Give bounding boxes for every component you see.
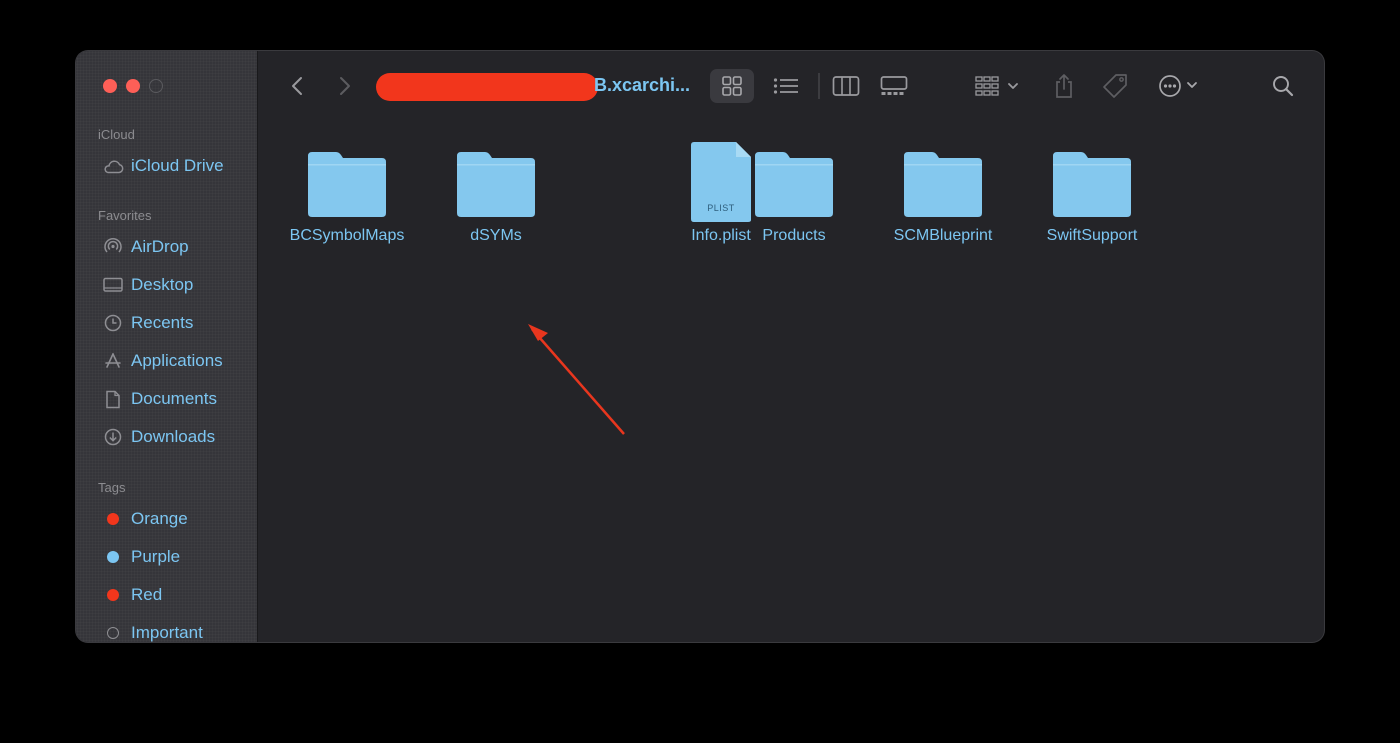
sidebar-item-label: Applications xyxy=(131,351,223,370)
file-item-products[interactable]: Products xyxy=(719,149,869,245)
annotation-arrow-icon xyxy=(528,324,625,435)
file-name: SCMBlueprint xyxy=(893,227,993,244)
file-item-swiftsupport[interactable]: SwiftSupport xyxy=(1017,149,1167,245)
folder-icon xyxy=(457,152,535,217)
tag-color-dot-container xyxy=(102,584,124,606)
toolbar: B.xcarchi... xyxy=(258,51,1324,123)
close-button[interactable] xyxy=(103,79,117,93)
window-controls xyxy=(103,79,163,93)
file-name: Products xyxy=(762,227,826,244)
file-item-dsyms[interactable]: dSYMs xyxy=(421,149,571,245)
desktop-icon xyxy=(102,274,124,296)
sidebar-section-tags: Tags xyxy=(98,480,126,495)
list-view-icon[interactable] xyxy=(768,69,804,103)
sidebar-item-recents[interactable]: Recents xyxy=(102,311,193,335)
tag-orange-dot-icon xyxy=(107,513,119,525)
sidebar-item-label: Red xyxy=(131,585,163,604)
clock-icon xyxy=(102,312,124,334)
group-by-icon[interactable] xyxy=(972,69,1024,103)
file-name: SwiftSupport xyxy=(1046,227,1138,244)
folder-icon xyxy=(904,152,982,217)
sidebar-item-documents[interactable]: Documents xyxy=(102,387,217,411)
window-title-text: B.xcarchi... xyxy=(594,75,691,95)
ellipsis-icon[interactable] xyxy=(1156,69,1206,103)
column-view-icon[interactable] xyxy=(824,69,868,103)
chevron-left-icon[interactable] xyxy=(286,69,308,103)
sidebar-item-downloads[interactable]: Downloads xyxy=(102,425,215,449)
sidebar-item-label: Orange xyxy=(131,509,188,528)
sidebar-item-applications[interactable]: Applications xyxy=(102,349,223,373)
file-item-bcsymbolmaps[interactable]: BCSymbolMaps xyxy=(272,149,422,245)
sidebar-tag-red[interactable]: Red xyxy=(102,583,162,607)
sidebar-section-favorites: Favorites xyxy=(98,208,152,223)
sidebar-tag-important[interactable]: Important xyxy=(102,621,203,642)
file-name: BCSymbolMaps xyxy=(289,227,405,244)
sidebar-item-label: Desktop xyxy=(131,275,194,294)
tag-red-dot-icon xyxy=(107,589,119,601)
tag-color-dot-container xyxy=(102,546,124,568)
document-icon xyxy=(102,388,124,410)
file-grid: BCSymbolMaps dSYMs PLIST Info.plist Prod… xyxy=(258,123,1324,642)
tag-color-dot-container xyxy=(102,508,124,530)
airdrop-icon xyxy=(102,236,124,258)
file-item-scmblueprint[interactable]: SCMBlueprint xyxy=(868,149,1018,245)
applications-icon xyxy=(102,350,124,372)
gallery-view-icon[interactable] xyxy=(872,69,916,103)
sidebar-item-airdrop[interactable]: AirDrop xyxy=(102,235,189,259)
sidebar-section-icloud: iCloud xyxy=(98,127,135,142)
file-name: dSYMs xyxy=(470,227,522,244)
window-title: B.xcarchi... xyxy=(376,71,708,103)
sidebar-item-label: AirDrop xyxy=(131,237,189,256)
sidebar-item-label: Purple xyxy=(131,547,181,566)
folder-icon xyxy=(1053,152,1131,217)
sidebar-item-desktop[interactable]: Desktop xyxy=(102,273,193,297)
search-icon[interactable] xyxy=(1268,69,1298,103)
download-icon xyxy=(102,426,124,448)
tag-icon[interactable] xyxy=(1100,69,1132,103)
tag-color-dot-container xyxy=(102,622,124,642)
tag-purple-dot-icon xyxy=(107,551,119,563)
toolbar-divider xyxy=(818,73,820,99)
sidebar-item-label: Important xyxy=(131,623,203,642)
sidebar-tag-purple[interactable]: Purple xyxy=(102,545,180,569)
finder-window: iCloud iCloud Drive Favorites AirDrop De… xyxy=(76,51,1324,642)
cloud-icon xyxy=(102,155,124,177)
sidebar-item-label: iCloud Drive xyxy=(131,156,224,175)
chevron-right-icon[interactable] xyxy=(334,69,356,103)
sidebar-tag-orange[interactable]: Orange xyxy=(102,507,188,531)
zoom-button[interactable] xyxy=(149,79,163,93)
sidebar-item-label: Recents xyxy=(131,313,194,332)
sidebar: iCloud iCloud Drive Favorites AirDrop De… xyxy=(76,51,258,642)
sidebar-item-icloud-drive[interactable]: iCloud Drive xyxy=(102,154,224,178)
redaction-mark xyxy=(376,73,598,101)
sidebar-item-label: Downloads xyxy=(131,427,216,446)
tag-important-dot-icon xyxy=(107,627,119,639)
sidebar-item-label: Documents xyxy=(131,389,217,408)
folder-icon xyxy=(755,152,833,217)
share-icon[interactable] xyxy=(1050,69,1078,103)
grid-view-icon[interactable] xyxy=(710,69,754,103)
minimize-button[interactable] xyxy=(126,79,140,93)
folder-icon xyxy=(308,152,386,217)
